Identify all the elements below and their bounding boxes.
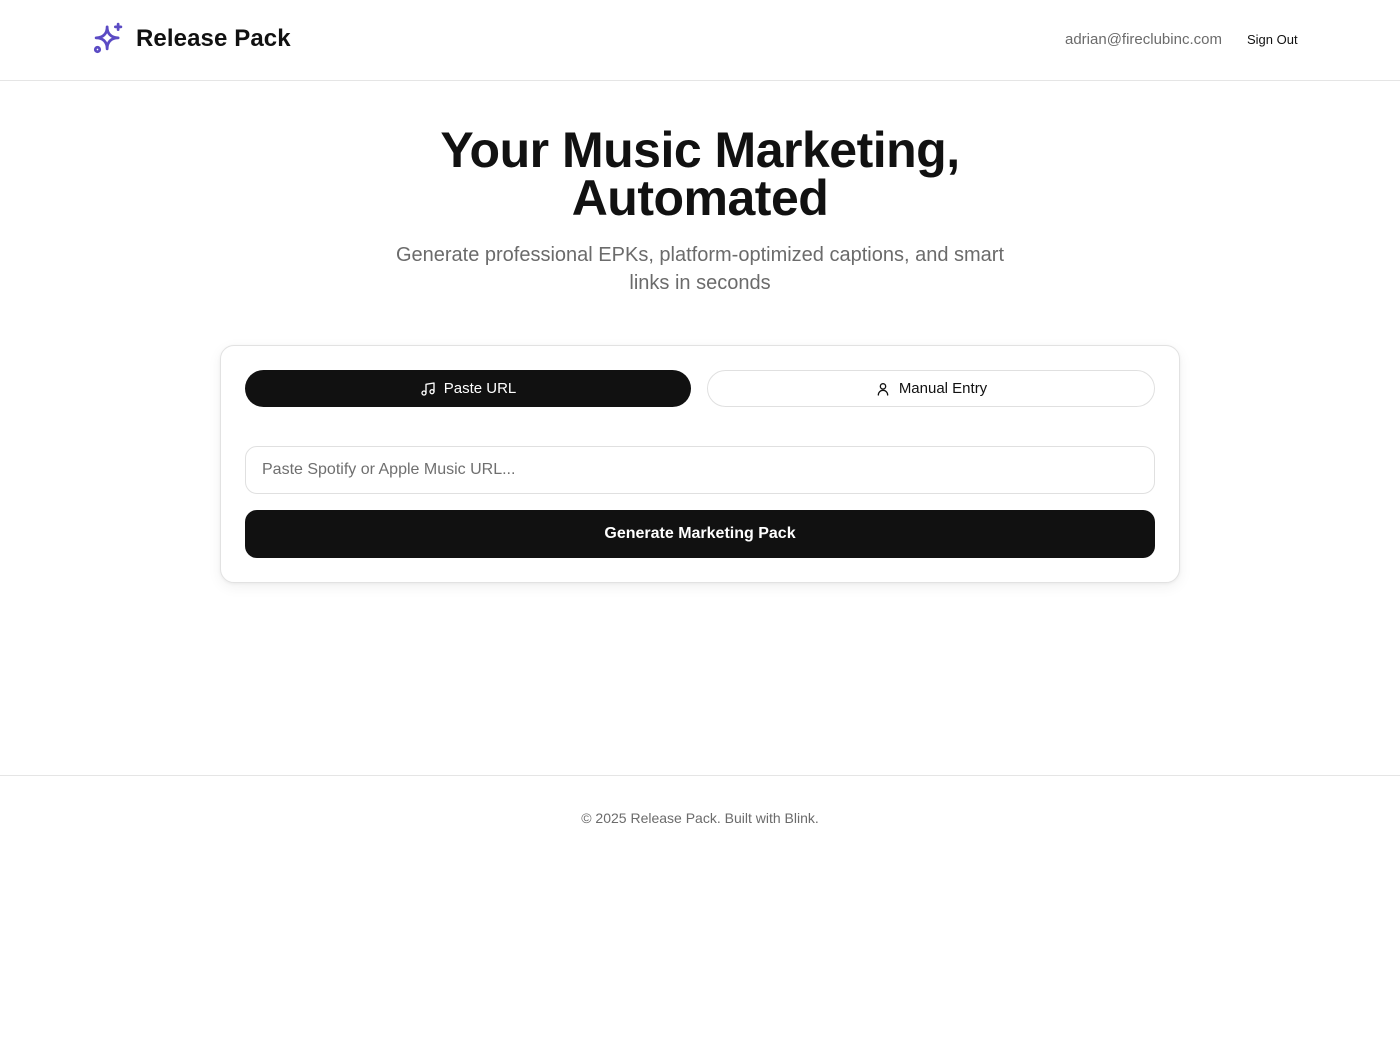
brand[interactable]: Release Pack	[92, 22, 291, 55]
footer: © 2025 Release Pack. Built with Blink.	[0, 775, 1400, 1050]
user-icon	[877, 382, 889, 396]
generator-card: Paste URL Manual Entry Generate Marketin…	[220, 345, 1180, 583]
tab-paste-url[interactable]: Paste URL	[245, 370, 691, 407]
sign-out-button[interactable]: Sign Out	[1247, 32, 1298, 47]
tab-label: Manual Entry	[898, 380, 988, 397]
tab-label: Paste URL	[443, 380, 517, 397]
hero-title-line: Automated	[571, 170, 829, 226]
top-header: Release Pack adrian@fireclubinc.com Sign…	[0, 0, 1400, 81]
brand-name: Release Pack	[136, 24, 291, 52]
user-email: adrian@fireclubinc.com	[1065, 31, 1222, 48]
hero-subtitle: Generate professional EPKs, platform-opt…	[0, 241, 1400, 297]
sparkles-icon	[93, 22, 123, 54]
hero-subtitle-line: Generate professional EPKs, platform-opt…	[395, 244, 1005, 266]
hero-subtitle-line: links in seconds	[629, 272, 771, 294]
generate-marketing-pack-button[interactable]: Generate Marketing Pack	[245, 510, 1155, 558]
tab-manual-entry[interactable]: Manual Entry	[707, 370, 1155, 407]
hero-title: Your Music Marketing, Automated	[0, 122, 1400, 226]
hero-title-line: Your Music Marketing,	[440, 122, 960, 178]
music-url-input[interactable]	[245, 446, 1155, 494]
music-note-icon	[421, 381, 435, 396]
footer-copyright: © 2025 Release Pack. Built with Blink.	[581, 810, 819, 826]
